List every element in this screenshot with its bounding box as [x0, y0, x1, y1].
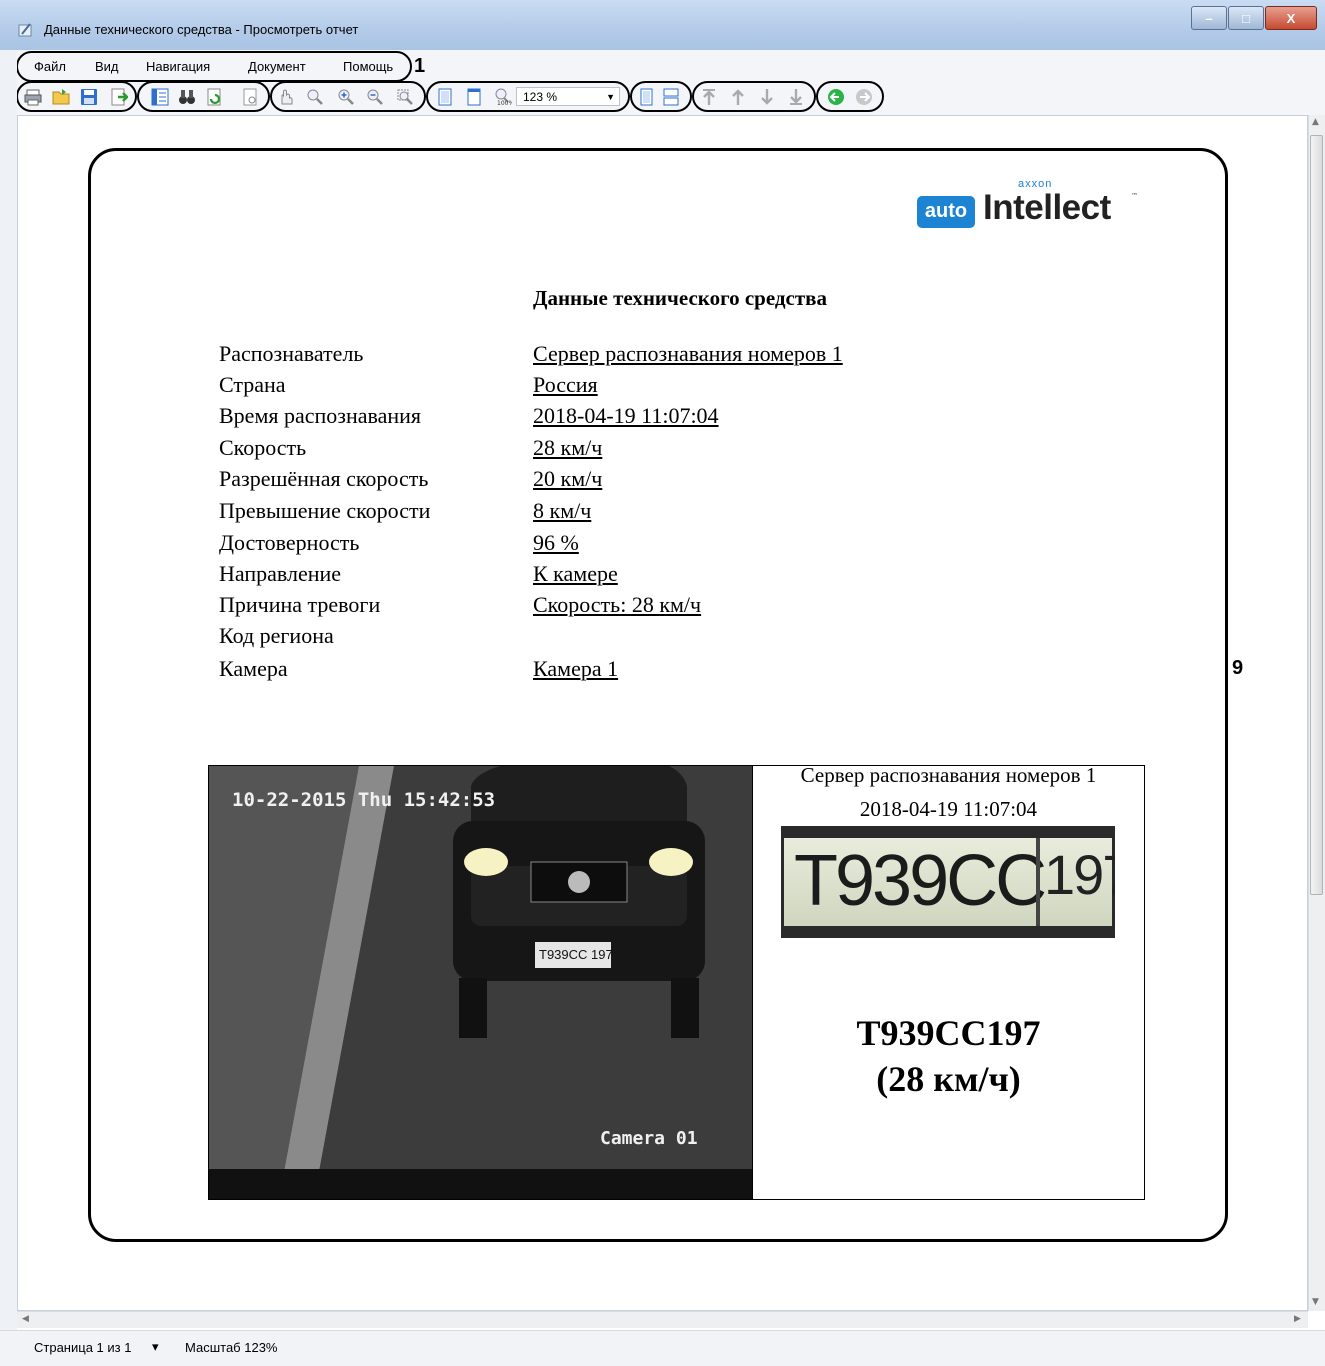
callout-page-nav — [692, 81, 816, 112]
field-row-direction: Направление К камере — [219, 561, 1119, 591]
field-value-link[interactable]: 96 % — [533, 530, 579, 556]
field-row-recognition-time: Время распознавания 2018-04-19 11:07:04 — [219, 403, 1119, 433]
plate-crop-image: T939CC 197 — [781, 826, 1115, 938]
callout-page-layout — [630, 81, 692, 112]
camera-info-strip — [209, 1169, 752, 1199]
camera-snapshot: 10-22-2015 Thu 15:42:53 T939CC 197 Camer… — [209, 766, 752, 1199]
callout-zoom-scale — [426, 81, 630, 112]
field-row-overspeed: Превышение скорости 8 км/ч — [219, 498, 1119, 528]
camera-timestamp: 10-22-2015 Thu 15:42:53 — [232, 789, 496, 811]
field-value-link[interactable]: Скорость: 28 км/ч — [533, 592, 701, 618]
window-title: Данные технического средства - Просмотре… — [44, 22, 359, 37]
field-value-link[interactable]: 8 км/ч — [533, 498, 591, 524]
field-label: Код региона — [219, 623, 334, 648]
field-row-camera: Камера Камера 1 — [219, 656, 1119, 686]
status-scale: Масштаб 123% — [185, 1340, 278, 1355]
close-button[interactable]: X — [1265, 6, 1317, 30]
camera-name-overlay: Camera 01 — [600, 1128, 698, 1149]
field-value-link[interactable]: 20 км/ч — [533, 466, 602, 492]
field-label: Достоверность — [219, 530, 360, 555]
field-label: Скорость — [219, 435, 307, 460]
field-row-allowed-speed: Разрешённая скорость 20 км/ч — [219, 466, 1119, 496]
callout-number-1: 1 — [414, 55, 426, 77]
plate-crop-region: 197 — [1044, 843, 1115, 906]
field-row-country: Страна Россия — [219, 372, 1119, 402]
callout-file-tools — [16, 81, 137, 112]
plate-crop-number: T939CC — [794, 841, 1047, 921]
report-title: Данные технического средства — [533, 286, 827, 310]
field-row-recognizer: Распознаватель Сервер распознавания номе… — [219, 341, 1119, 371]
field-label: Причина тревоги — [219, 592, 381, 617]
recognized-plate-number: T939CC197 — [856, 1013, 1041, 1053]
vertical-scroll-thumb[interactable] — [1310, 135, 1323, 895]
field-value-link[interactable]: Россия — [533, 372, 598, 398]
title-bar: Данные технического средства - Просмотре… — [0, 0, 1325, 50]
field-label: Камера — [219, 656, 288, 681]
status-page-indicator[interactable]: Страница 1 из 1 — [34, 1340, 131, 1355]
field-value-link[interactable]: Камера 1 — [533, 656, 618, 682]
scroll-up-icon[interactable]: ▲ — [1312, 117, 1319, 127]
recognized-speed: (28 км/ч) — [876, 1059, 1021, 1099]
side-server-name: Сервер распознавания номеров 1 — [800, 763, 1097, 787]
scroll-right-icon[interactable]: ▶ — [1294, 1314, 1301, 1324]
callout-number-9: 9 — [1232, 657, 1244, 679]
report-app-icon — [18, 23, 32, 37]
horizontal-scrollbar[interactable] — [17, 1311, 1308, 1328]
field-value-link[interactable]: 2018-04-19 11:07:04 — [533, 403, 719, 429]
maximize-button[interactable]: □ — [1228, 6, 1264, 30]
callout-menu — [16, 51, 412, 82]
field-value-link[interactable]: 28 км/ч — [533, 435, 602, 461]
callout-view-tools — [137, 81, 270, 112]
field-label: Разрешённая скорость — [219, 466, 429, 491]
logo-intellect-text: Intellect — [983, 188, 1111, 227]
field-row-speed: Скорость 28 км/ч — [219, 435, 1119, 465]
car-plate-text: T939CC 197 — [539, 947, 613, 962]
page-dropdown-chevron-icon[interactable]: ▾ — [152, 1339, 159, 1355]
field-row-alarm-reason: Причина тревоги Скорость: 28 км/ч — [219, 592, 1119, 622]
callout-zoom-tools — [270, 81, 426, 112]
field-row-confidence: Достоверность 96 % — [219, 530, 1119, 560]
field-label: Страна — [219, 372, 286, 397]
field-label: Превышение скорости — [219, 498, 431, 523]
field-row-region-code: Код региона — [219, 623, 1119, 653]
logo-trademark: ™ — [1131, 192, 1138, 200]
field-value-link[interactable]: Сервер распознавания номеров 1 — [533, 341, 843, 367]
minimize-button[interactable]: – — [1191, 6, 1227, 30]
auto-intellect-logo: axxon auto Intellect ™ — [917, 178, 1142, 238]
logo-auto-badge: auto — [917, 196, 975, 228]
field-label: Время распознавания — [219, 403, 422, 428]
side-datetime: 2018-04-19 11:07:04 — [859, 797, 1038, 821]
scroll-left-icon[interactable]: ◀ — [22, 1314, 29, 1324]
field-value-link[interactable]: К камере — [533, 561, 618, 587]
table-divider — [752, 765, 753, 1200]
callout-history — [816, 81, 884, 112]
field-label: Направление — [219, 561, 342, 586]
scroll-down-icon[interactable]: ▼ — [1312, 1297, 1319, 1307]
field-label: Распознаватель — [219, 341, 364, 366]
window-left-border — [0, 50, 17, 1350]
